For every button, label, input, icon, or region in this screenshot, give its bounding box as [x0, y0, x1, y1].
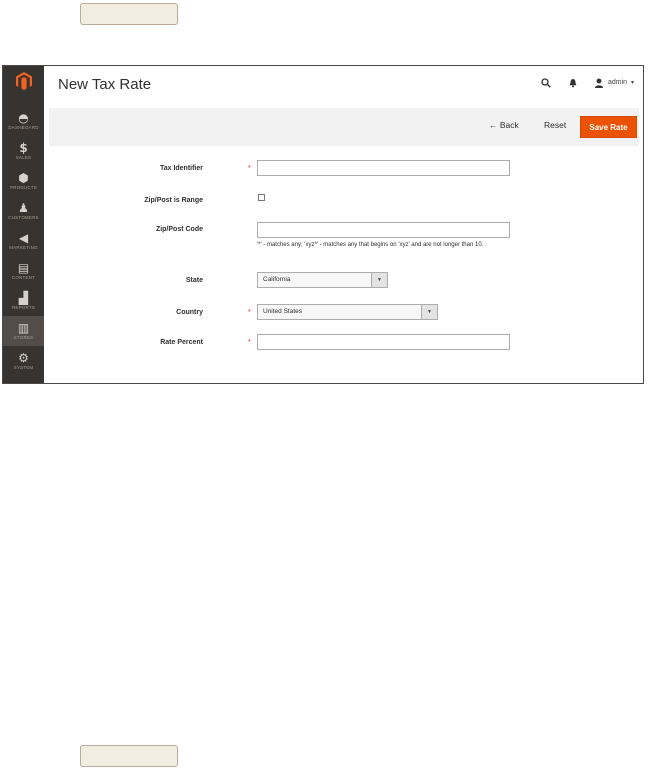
user-icon[interactable]	[595, 78, 603, 91]
dashboard-icon: ◓	[18, 110, 29, 125]
sidebar-item-label: PRODUCTS	[10, 184, 37, 190]
zip-is-range-checkbox[interactable]	[258, 194, 265, 201]
magento-logo[interactable]	[3, 66, 44, 96]
sidebar-item-label: MARKETING	[9, 244, 38, 250]
chevron-down-icon[interactable]: ▾	[631, 79, 634, 86]
sidebar-item-sales[interactable]: $ SALES	[3, 136, 44, 166]
zip-code-input[interactable]	[257, 222, 510, 238]
required-marker: *	[248, 309, 251, 316]
chevron-down-icon: ▼	[371, 273, 387, 287]
zip-is-range-label: Zip/Post is Range	[144, 197, 203, 204]
admin-sidebar: ◓ DASHBOARD $ SALES ⬢ PRODUCTS ♟ CUSTOME…	[3, 66, 44, 383]
rate-percent-label: Rate Percent	[160, 339, 203, 346]
tax-identifier-input[interactable]	[257, 160, 510, 176]
sidebar-item-label: SALES	[15, 154, 32, 160]
back-button[interactable]: ← Back	[489, 120, 519, 130]
cube-icon: ⬢	[18, 170, 29, 185]
magento-logo-icon	[15, 72, 32, 90]
zip-code-label: Zip/Post Code	[155, 226, 203, 233]
admin-user-name[interactable]: admin	[608, 79, 627, 86]
required-marker: *	[248, 165, 251, 172]
dollar-icon: $	[19, 140, 28, 155]
document-tab-bottom	[80, 745, 178, 767]
reset-button[interactable]: Reset	[544, 120, 566, 130]
chevron-down-icon: ▼	[421, 305, 437, 319]
zip-code-note: '*' - matches any; 'xyz*' - matches any …	[257, 242, 484, 248]
rate-percent-input[interactable]	[257, 334, 510, 350]
sidebar-item-label: DASHBOARD	[8, 124, 39, 130]
store-icon: ▥	[17, 320, 30, 335]
state-select[interactable]: California ▼	[257, 272, 388, 288]
bar-chart-icon: ▟	[18, 290, 29, 305]
required-marker: *	[248, 339, 251, 346]
sidebar-item-system[interactable]: ⚙ SYSTEM	[3, 346, 44, 376]
admin-screenshot: ◓ DASHBOARD $ SALES ⬢ PRODUCTS ♟ CUSTOME…	[2, 65, 644, 384]
state-label: State	[185, 277, 203, 284]
sidebar-item-dashboard[interactable]: ◓ DASHBOARD	[3, 106, 44, 136]
page-actions-bar: ← Back Reset Save Rate	[49, 108, 639, 146]
country-select[interactable]: United States ▼	[257, 304, 438, 320]
document-tab-top	[80, 3, 178, 25]
tax-identifier-label: Tax Identifier	[159, 165, 203, 172]
bell-icon[interactable]	[569, 78, 577, 91]
country-label: Country	[176, 309, 203, 316]
save-rate-button[interactable]: Save Rate	[580, 116, 637, 138]
megaphone-icon: ◀	[18, 230, 29, 245]
gear-icon: ⚙	[18, 350, 29, 365]
arrow-left-icon: ←	[489, 120, 498, 130]
sidebar-item-label: CUSTOMERS	[8, 214, 39, 220]
state-select-value: California	[263, 276, 291, 283]
country-select-value: United States	[263, 308, 303, 315]
search-icon[interactable]	[541, 78, 551, 91]
sidebar-item-label: SYSTEM	[13, 364, 34, 370]
back-button-label: Back	[499, 120, 519, 130]
page-title: New Tax Rate	[58, 76, 152, 93]
layout-icon: ▤	[17, 260, 30, 275]
